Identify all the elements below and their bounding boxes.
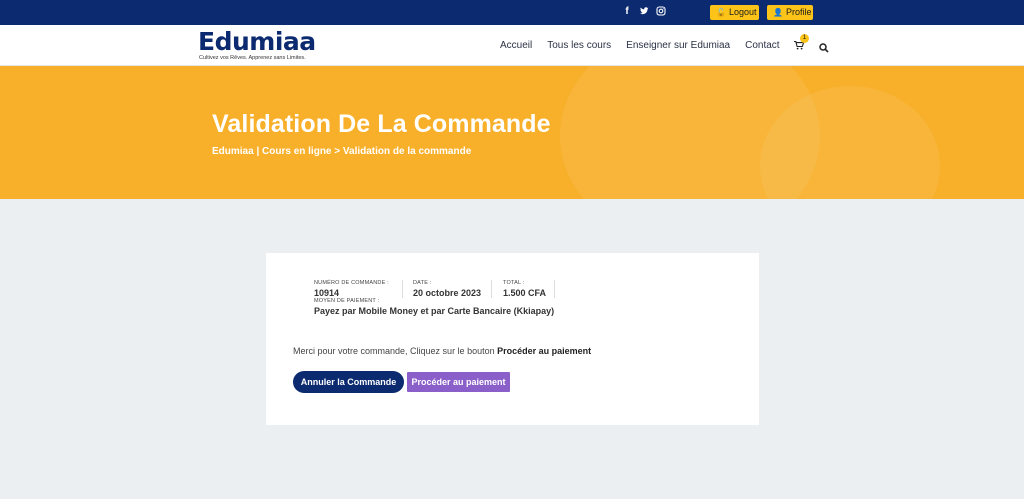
nav-item-enseigner[interactable]: Enseigner sur Edumiaa bbox=[626, 40, 730, 51]
order-total: Total : 1.500 CFA bbox=[503, 280, 546, 298]
social-links: f bbox=[622, 6, 666, 18]
cancel-order-button[interactable]: Annuler la Commande bbox=[293, 371, 404, 393]
search-button[interactable] bbox=[819, 40, 830, 53]
order-date-value: 20 octobre 2023 bbox=[413, 288, 482, 298]
payment-method-label: Moyen de paiement : bbox=[314, 298, 380, 304]
order-number-label: Numéro de commande : bbox=[314, 280, 389, 286]
cart-count-badge: 1 bbox=[800, 34, 809, 43]
twitter-icon[interactable] bbox=[639, 6, 649, 18]
order-total-value: 1.500 CFA bbox=[503, 288, 547, 298]
order-number-value: 10914 bbox=[314, 288, 340, 298]
site-logo[interactable]: Edumiaa Cultivez vos Rêves. Apprenez san… bbox=[198, 29, 316, 62]
instagram-icon[interactable] bbox=[656, 6, 666, 18]
top-bar: f 🔓 Logout 👤 Profile bbox=[0, 0, 1024, 25]
main-nav: Accueil Tous les cours Enseigner sur Edu… bbox=[500, 40, 780, 51]
profile-label: Profile bbox=[785, 7, 812, 17]
cart-button[interactable]: 1 bbox=[794, 34, 809, 53]
page-hero: Validation De La Commande Edumiaa | Cour… bbox=[0, 66, 1024, 199]
order-number: Numéro de commande : 10914 bbox=[314, 280, 389, 298]
divider bbox=[554, 280, 555, 298]
payment-method: Moyen de paiement : Payez par Mobile Mon… bbox=[314, 298, 554, 316]
thanks-text: Merci pour votre commande, Cliquez sur l… bbox=[293, 346, 495, 356]
breadcrumb: Edumiaa | Cours en ligne > Validation de… bbox=[212, 146, 472, 157]
thanks-bold: Procéder au paiement bbox=[497, 346, 592, 356]
page-title: Validation De La Commande bbox=[212, 110, 551, 138]
site-header: Edumiaa Cultivez vos Rêves. Apprenez san… bbox=[0, 25, 1024, 66]
user-icon: 👤 bbox=[773, 8, 783, 17]
order-date: Date : 20 octobre 2023 bbox=[413, 280, 481, 298]
profile-button[interactable]: 👤 Profile bbox=[767, 5, 813, 20]
logout-label: Logout bbox=[728, 7, 757, 17]
nav-item-contact[interactable]: Contact bbox=[745, 40, 779, 51]
search-icon bbox=[819, 43, 829, 53]
thanks-message: Merci pour votre commande, Cliquez sur l… bbox=[293, 346, 591, 356]
unlock-icon: 🔓 bbox=[716, 8, 726, 17]
logout-button[interactable]: 🔓 Logout bbox=[710, 5, 759, 20]
logo-text: Edumiaa bbox=[198, 27, 316, 56]
order-date-label: Date : bbox=[413, 280, 432, 286]
divider bbox=[402, 280, 403, 298]
proceed-payment-button[interactable]: Procéder au paiement bbox=[407, 372, 510, 392]
divider bbox=[491, 280, 492, 298]
nav-item-tous-les-cours[interactable]: Tous les cours bbox=[547, 40, 611, 51]
facebook-icon[interactable]: f bbox=[622, 6, 632, 18]
order-total-label: Total : bbox=[503, 280, 525, 286]
logo-tagline: Cultivez vos Rêves. Apprenez sans Limite… bbox=[199, 55, 306, 61]
order-summary-card: Numéro de commande : 10914 Date : 20 oct… bbox=[266, 253, 759, 425]
payment-method-value: Payez par Mobile Money et par Carte Banc… bbox=[314, 306, 555, 316]
nav-item-accueil[interactable]: Accueil bbox=[500, 40, 532, 51]
